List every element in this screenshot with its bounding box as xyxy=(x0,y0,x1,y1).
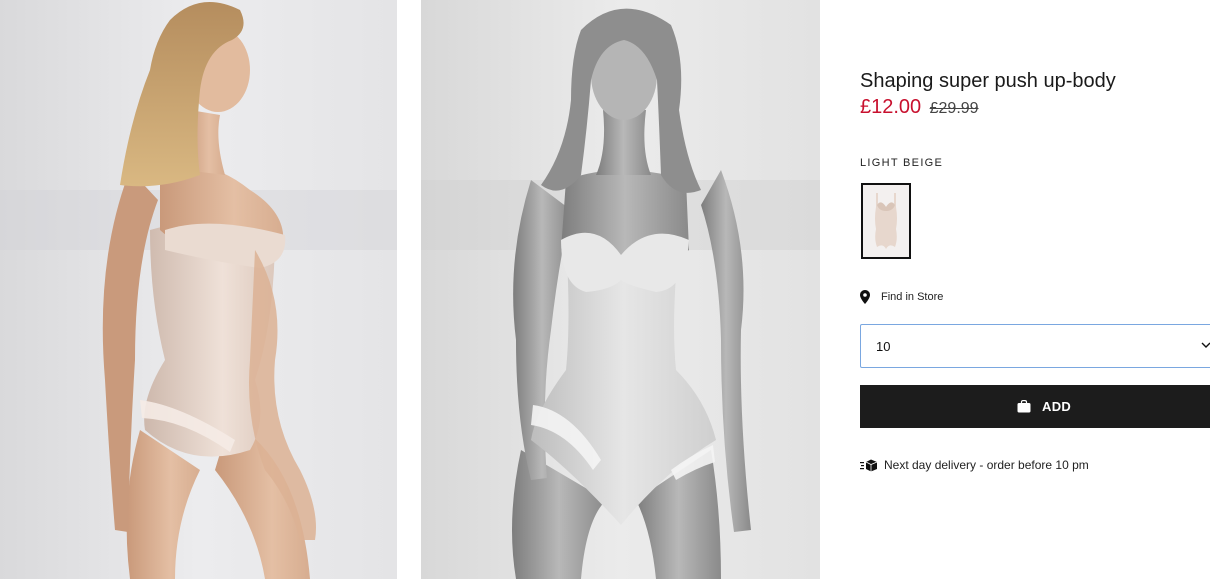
delivery-text: Next day delivery - order before 10 pm xyxy=(884,458,1089,472)
product-info-panel: Shaping super push up-body £12.00 £29.99… xyxy=(860,0,1210,579)
find-in-store-label: Find in Store xyxy=(881,291,944,303)
model-photo-front xyxy=(421,0,820,579)
color-label: LIGHT BEIGE xyxy=(860,157,944,169)
add-button-label: ADD xyxy=(1042,399,1072,414)
size-select-value: 10 xyxy=(876,338,891,354)
shopping-bag-icon xyxy=(1017,400,1031,413)
product-photo-bw[interactable] xyxy=(421,0,820,579)
size-select[interactable]: 10 xyxy=(860,324,1210,368)
chevron-down-icon xyxy=(1201,342,1210,348)
swatch-thumbnail xyxy=(863,185,909,257)
fast-delivery-icon xyxy=(860,459,878,471)
product-title: Shaping super push up-body xyxy=(860,70,1116,92)
add-button-content: ADD xyxy=(1017,399,1071,414)
product-page: Shaping super push up-body £12.00 £29.99… xyxy=(0,0,1210,579)
add-to-bag-button[interactable]: ADD xyxy=(860,385,1210,428)
color-swatch-light-beige[interactable] xyxy=(861,183,911,259)
model-photo-side xyxy=(0,0,397,579)
price-row: £12.00 £29.99 xyxy=(860,96,979,119)
original-price: £29.99 xyxy=(929,100,979,117)
sale-price: £12.00 xyxy=(860,96,922,118)
find-in-store-link[interactable]: Find in Store xyxy=(860,290,943,304)
delivery-info: Next day delivery - order before 10 pm xyxy=(860,458,1089,472)
map-pin-icon xyxy=(860,290,870,304)
product-photo-color[interactable] xyxy=(0,0,397,579)
